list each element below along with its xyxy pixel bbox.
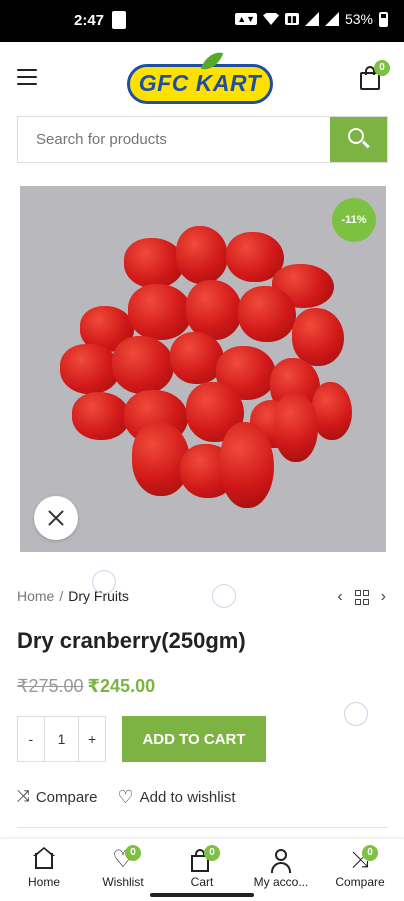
nav-cart[interactable]: 0 Cart bbox=[162, 845, 242, 889]
notification-icon bbox=[112, 11, 126, 29]
system-home-indicator[interactable] bbox=[150, 893, 254, 897]
header-cart-icon[interactable]: 0 bbox=[360, 60, 390, 92]
signal-icon bbox=[304, 12, 319, 26]
status-bar: 2:47 ▲▼ ▮▮ 53% bbox=[0, 0, 404, 42]
home-icon bbox=[30, 847, 58, 875]
search-input[interactable] bbox=[18, 117, 330, 162]
nav-compare[interactable]: ⤨ 0 Compare bbox=[320, 845, 400, 889]
nav-account-label: My acco... bbox=[253, 875, 309, 889]
discount-badge: -11% bbox=[332, 198, 376, 242]
status-icons: ▲▼ ▮▮ 53% bbox=[235, 11, 388, 27]
nav-cart-label: Cart bbox=[190, 875, 214, 889]
user-icon bbox=[267, 847, 295, 875]
menu-icon[interactable] bbox=[17, 69, 37, 85]
volte-icon: ▮▮ bbox=[285, 13, 299, 25]
quantity-increase-button[interactable]: + bbox=[79, 717, 105, 761]
divider bbox=[17, 827, 388, 828]
cart-icon: 0 bbox=[188, 845, 220, 875]
battery-percent: 53% bbox=[344, 11, 373, 27]
shuffle-icon: ⤨ 0 bbox=[346, 845, 378, 875]
battery-icon bbox=[379, 11, 388, 27]
cart-count: 0 bbox=[204, 845, 220, 861]
shuffle-icon: ⤨ bbox=[17, 788, 30, 805]
compare-link[interactable]: ⤨ Compare bbox=[17, 788, 98, 806]
product-image[interactable] bbox=[20, 186, 386, 552]
breadcrumb-home-link[interactable]: Home bbox=[17, 588, 54, 604]
status-time: 2:47 bbox=[74, 12, 105, 29]
expand-image-button[interactable] bbox=[34, 496, 78, 540]
previous-product-icon[interactable]: ‹ bbox=[337, 588, 342, 606]
expand-icon bbox=[48, 510, 64, 526]
nav-home[interactable]: Home bbox=[4, 847, 84, 889]
signal-2-icon bbox=[324, 12, 339, 26]
sale-price: ₹245.00 bbox=[87, 676, 156, 696]
bottom-navigation: Home ♡ 0 Wishlist 0 Cart My acco... ⤨ 0 Co… bbox=[0, 838, 404, 901]
logo-text: GFC KART bbox=[138, 70, 262, 96]
product-title: Dry cranberry(250gm) bbox=[17, 628, 246, 653]
next-product-icon[interactable]: › bbox=[381, 588, 386, 606]
nav-my-account[interactable]: My acco... bbox=[241, 847, 321, 889]
quantity-stepper: - 1 + bbox=[17, 716, 106, 762]
add-to-wishlist-link[interactable]: ♡ Add to wishlist bbox=[118, 788, 236, 806]
touch-indicator bbox=[344, 702, 368, 726]
quantity-input[interactable]: 1 bbox=[43, 717, 80, 761]
compare-count: 0 bbox=[362, 845, 378, 861]
site-header: GFC KART 0 bbox=[0, 42, 404, 114]
touch-indicator bbox=[212, 584, 236, 608]
nav-wishlist-label: Wishlist bbox=[102, 875, 144, 889]
breadcrumb-separator: / bbox=[59, 588, 64, 604]
product-price: ₹275.00 ₹245.00 bbox=[17, 676, 155, 697]
wishlist-label: Add to wishlist bbox=[139, 788, 236, 806]
search-bar bbox=[17, 116, 388, 163]
wishlist-count: 0 bbox=[125, 845, 141, 861]
search-button[interactable] bbox=[330, 117, 387, 162]
heart-icon: ♡ bbox=[117, 787, 134, 807]
wifi-icon bbox=[263, 13, 280, 25]
heart-icon: ♡ 0 bbox=[109, 845, 141, 875]
nav-compare-label: Compare bbox=[335, 875, 385, 889]
product-actions: ⤨ Compare ♡ Add to wishlist bbox=[17, 788, 236, 806]
nav-home-label: Home bbox=[27, 875, 60, 889]
data-speed-icon: ▲▼ bbox=[235, 13, 258, 25]
product-navigation: ‹ › bbox=[337, 588, 386, 606]
compare-label: Compare bbox=[35, 788, 98, 806]
quantity-decrease-button[interactable]: - bbox=[18, 717, 44, 761]
grid-icon[interactable] bbox=[354, 588, 369, 606]
add-to-cart-button[interactable]: ADD TO CART bbox=[122, 716, 266, 762]
old-price: ₹275.00 bbox=[17, 676, 84, 696]
nav-wishlist[interactable]: ♡ 0 Wishlist bbox=[83, 845, 163, 889]
header-cart-count: 0 bbox=[374, 60, 390, 76]
site-logo[interactable]: GFC KART bbox=[127, 47, 273, 106]
touch-indicator bbox=[92, 570, 116, 594]
